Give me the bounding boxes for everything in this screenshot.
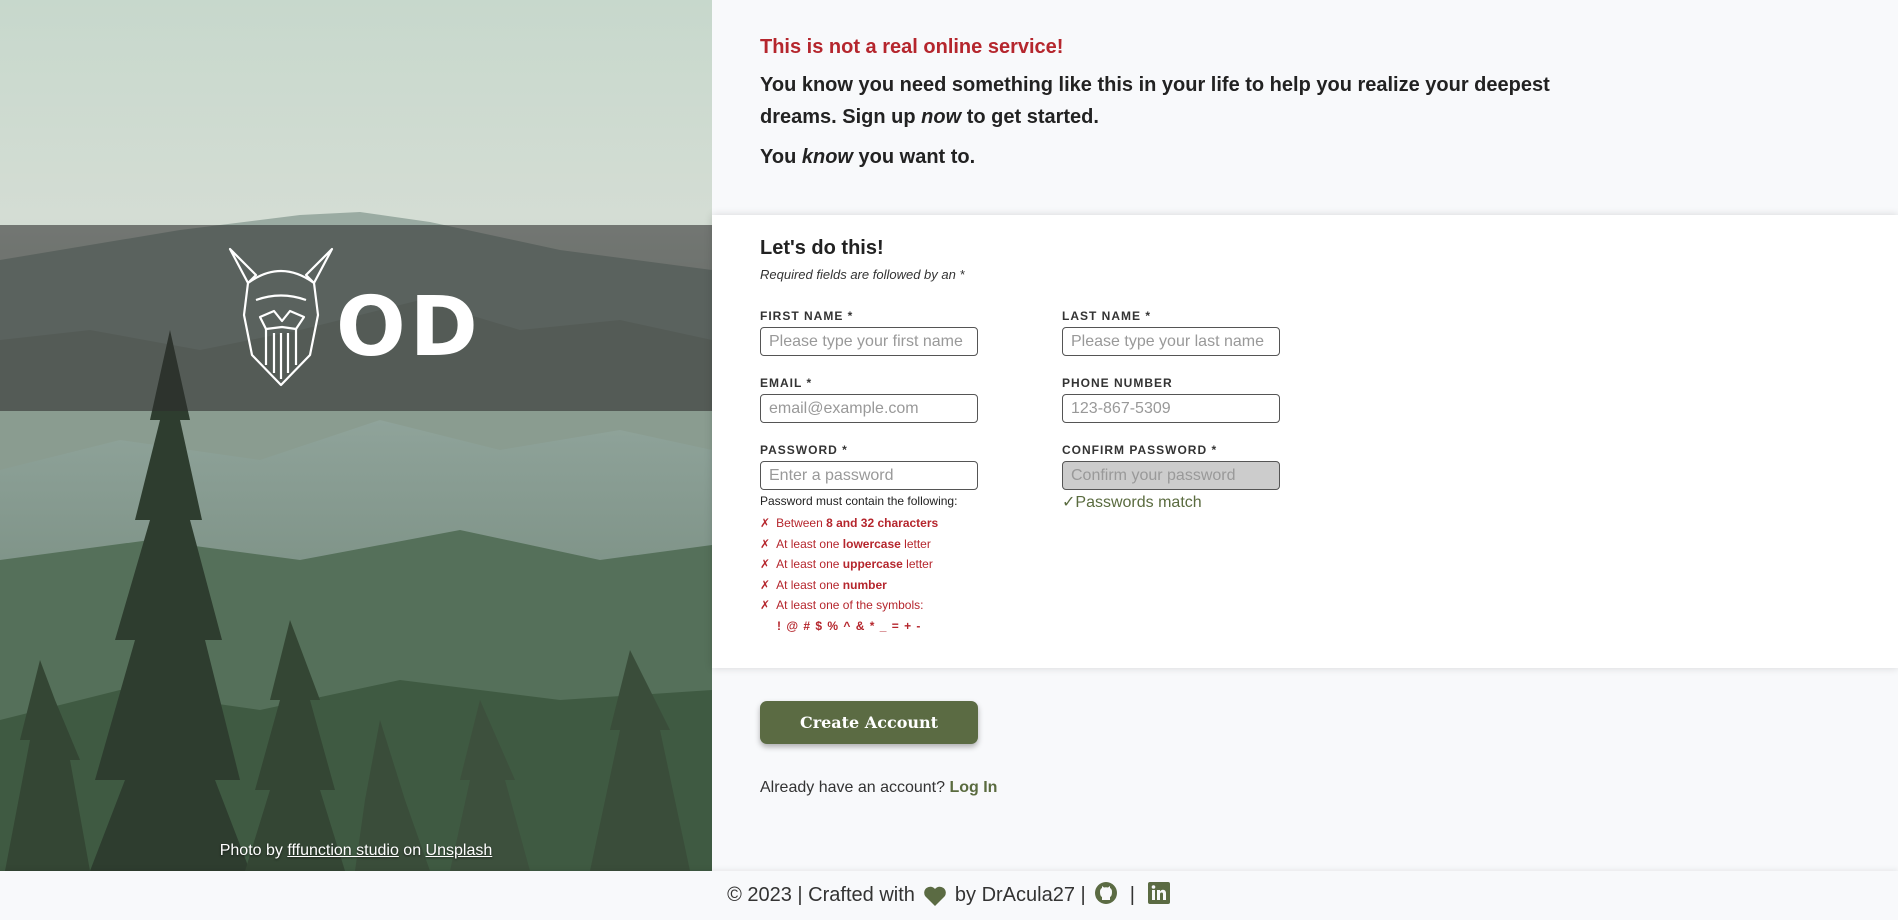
requirements-list: ✗ Between 8 and 32 characters ✗ At least o… bbox=[760, 513, 1020, 636]
requirement-text: At least one bbox=[776, 557, 843, 571]
tagline-text: you want to. bbox=[852, 146, 976, 168]
password-label: Password * bbox=[760, 443, 848, 457]
first-name-field: First Name * bbox=[760, 309, 980, 356]
email-field: Email * bbox=[760, 376, 980, 423]
form-title: Let's do this! bbox=[760, 237, 884, 259]
cross-icon: ✗ bbox=[760, 577, 771, 592]
credit-author-link[interactable]: fffunction studio bbox=[287, 842, 399, 859]
confirm-password-input[interactable] bbox=[1062, 461, 1280, 490]
requirement-lowercase: ✗ At least one lowercase letter bbox=[760, 534, 1020, 555]
confirm-password-label: Confirm Password * bbox=[1062, 443, 1218, 457]
tagline-emphasis: know bbox=[801, 146, 853, 168]
requirement-text: letter bbox=[900, 536, 931, 551]
email-label: Email * bbox=[760, 376, 813, 390]
password-requirements: Password must contain the following: ✗ Be… bbox=[760, 494, 1020, 636]
credit-site-link[interactable]: Unsplash bbox=[426, 842, 493, 859]
github-link[interactable] bbox=[1094, 881, 1118, 911]
intro-text: to get started. bbox=[961, 106, 1099, 128]
requirement-text: At least one of the symbols: bbox=[776, 598, 924, 612]
first-name-input[interactable] bbox=[760, 327, 978, 356]
check-icon: ✓ bbox=[1062, 494, 1076, 511]
photo-credit: Photo by fffunction studio on Unsplash bbox=[0, 842, 712, 860]
phone-input[interactable] bbox=[1062, 394, 1280, 423]
create-account-button[interactable]: Create Account bbox=[760, 701, 978, 744]
cross-icon: ✗ bbox=[760, 536, 771, 551]
phone-field: Phone Number bbox=[1062, 376, 1282, 423]
requirement-text: At least one bbox=[776, 536, 843, 551]
requirement-uppercase: ✗ At least one uppercase letter bbox=[760, 554, 1020, 575]
cross-icon: ✗ bbox=[760, 516, 771, 530]
cross-icon: ✗ bbox=[760, 598, 771, 612]
requirement-symbols-list: ! @ # $ % ^ & * _ = + - bbox=[777, 618, 922, 633]
heart-icon bbox=[924, 886, 946, 906]
login-link[interactable]: Log In bbox=[949, 779, 997, 796]
intro-text: You know you need something like this in… bbox=[760, 74, 1550, 128]
password-field: Password * bbox=[760, 443, 980, 490]
intro-tagline: You know you want to. bbox=[760, 141, 1580, 173]
github-icon bbox=[1094, 881, 1117, 904]
hero-panel: ODIN Photo by fffunction studio on Unspl… bbox=[0, 0, 712, 871]
credit-prefix: Photo by bbox=[219, 842, 283, 859]
last-name-label: Last Name * bbox=[1062, 309, 1151, 323]
password-input[interactable] bbox=[760, 461, 978, 490]
intro-emphasis: now bbox=[921, 106, 962, 128]
requirement-text: letter bbox=[902, 557, 933, 571]
requirement-text: At least one bbox=[776, 577, 843, 592]
required-note: Required fields are followed by an * bbox=[760, 267, 965, 282]
requirement-text: Between bbox=[776, 516, 827, 530]
last-name-input[interactable] bbox=[1062, 327, 1280, 356]
requirement-length: ✗ Between 8 and 32 characters bbox=[760, 513, 1020, 534]
odin-logo: ODIN bbox=[228, 247, 476, 387]
linkedin-link[interactable] bbox=[1147, 881, 1171, 911]
confirm-password-field: Confirm Password * bbox=[1062, 443, 1282, 490]
author-text: by DrAcula27 | bbox=[954, 884, 1086, 906]
credit-mid: on bbox=[403, 842, 422, 859]
requirement-key: uppercase bbox=[842, 557, 903, 571]
match-text: Passwords match bbox=[1075, 494, 1202, 511]
signup-panel: This is not a real online service! You k… bbox=[712, 0, 1898, 871]
requirement-key: number bbox=[842, 577, 887, 592]
requirements-heading: Password must contain the following: bbox=[760, 494, 958, 508]
last-name-field: Last Name * bbox=[1062, 309, 1282, 356]
requirement-key: lowercase bbox=[842, 536, 901, 551]
signup-form: Let's do this! Required fields are follo… bbox=[712, 215, 1898, 668]
password-match-status: ✓Passwords match bbox=[1062, 492, 1202, 512]
requirement-number: ✗ At least one number bbox=[760, 575, 1020, 596]
linkedin-icon bbox=[1147, 881, 1170, 904]
copyright-text: © 2023 | Crafted with bbox=[727, 884, 915, 906]
email-input[interactable] bbox=[760, 394, 978, 423]
login-prompt-text: Already have an account? bbox=[760, 779, 946, 796]
cross-icon: ✗ bbox=[760, 557, 771, 571]
tagline-text: You bbox=[760, 146, 802, 168]
warning-text: This is not a real online service! bbox=[760, 36, 1064, 58]
intro-section: This is not a real online service! You k… bbox=[760, 36, 1580, 181]
requirement-key: 8 and 32 characters bbox=[826, 516, 939, 530]
footer-divider: | bbox=[1129, 884, 1135, 906]
requirement-symbol: ✗ At least one of the symbols: bbox=[760, 595, 1020, 616]
footer: © 2023 | Crafted with by DrAcula27 | | bbox=[0, 871, 1898, 920]
login-prompt: Already have an account? Log In bbox=[760, 779, 997, 797]
hero-background-photo bbox=[0, 0, 712, 871]
first-name-label: First Name * bbox=[760, 309, 854, 323]
phone-label: Phone Number bbox=[1062, 376, 1173, 390]
intro-paragraph: You know you need something like this in… bbox=[760, 69, 1580, 133]
logo-text: ODIN bbox=[336, 280, 476, 375]
